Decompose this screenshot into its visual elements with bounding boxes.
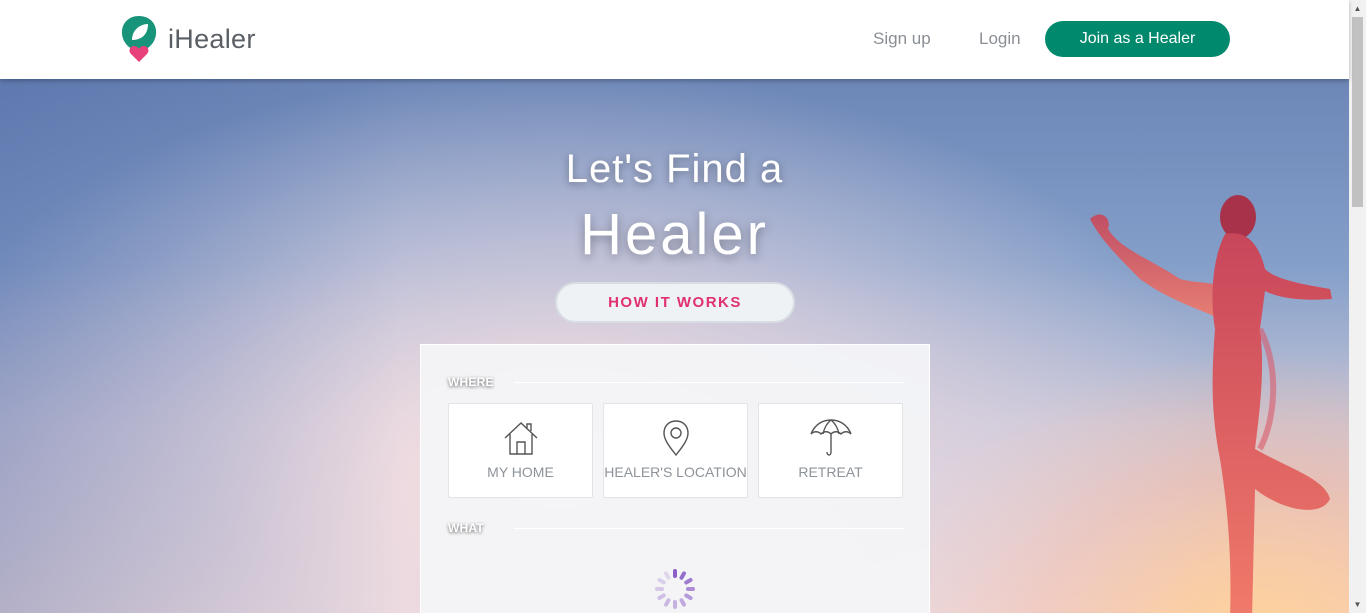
search-panel: WHERE MY HOME HEALER'S LOCATION RETREAT … [420,344,930,613]
where-divider [514,382,904,383]
option-retreat-label: RETREAT [798,464,863,480]
hero-section: Let's Find a Healer HOW IT WORKS WHERE M… [0,79,1349,613]
how-it-works-button[interactable]: HOW IT WORKS [555,282,795,323]
option-healers-location-label: HEALER'S LOCATION [604,464,747,480]
brand-name: iHealer [168,23,256,54]
option-retreat[interactable]: RETREAT [758,403,903,498]
map-pin-icon [604,418,747,458]
option-my-home[interactable]: MY HOME [448,403,593,498]
scrollbar-thumb[interactable] [1352,17,1363,207]
hero-headline-line2: Healer [580,202,769,267]
loading-spinner-icon [655,569,695,609]
what-divider [514,528,904,529]
page-scrollbar[interactable]: ▲ ▼ [1349,0,1366,613]
logo-leaf-heart-icon [120,14,158,64]
ihealer-logo[interactable]: iHealer [120,14,256,64]
scroll-up-arrow-icon[interactable]: ▲ [1349,0,1366,17]
signup-link[interactable]: Sign up [873,29,931,49]
scroll-down-arrow-icon[interactable]: ▼ [1349,596,1366,613]
option-healers-location[interactable]: HEALER'S LOCATION [603,403,748,498]
top-navbar: iHealer Sign up Login Join as a Healer [0,0,1349,79]
join-as-healer-button[interactable]: Join as a Healer [1045,21,1230,57]
option-my-home-label: MY HOME [487,464,554,480]
umbrella-icon [759,418,902,458]
what-label: WHAT [448,521,484,535]
house-icon [449,418,592,458]
hero-headline-line1: Let's Find a [565,147,784,191]
where-label: WHERE [448,375,494,389]
login-link[interactable]: Login [979,29,1021,49]
